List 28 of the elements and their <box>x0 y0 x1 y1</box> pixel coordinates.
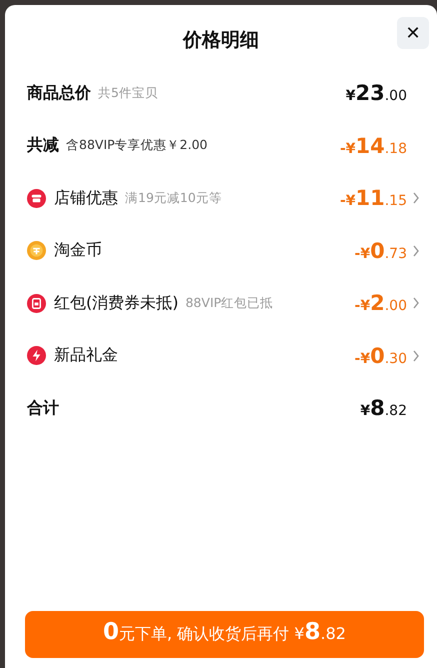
sheet-title: 价格明细 <box>183 28 259 53</box>
price-amount: -¥0.30 <box>354 344 407 368</box>
price-amount: -¥11.15 <box>340 186 407 210</box>
chevron-icon[interactable] <box>412 297 420 310</box>
price-amount: ¥8.82 <box>360 396 407 420</box>
row-note: 满19元减10元等 <box>125 190 222 207</box>
chevron-icon[interactable] <box>412 192 420 204</box>
row-note: 共5件宝贝 <box>98 84 158 102</box>
lightning-icon <box>27 346 46 366</box>
row-note: 88VIP红包已抵 <box>185 294 274 312</box>
price-amount: -¥0.73 <box>354 238 407 263</box>
store-icon <box>27 188 46 208</box>
row-label: 淘金币 <box>54 240 102 262</box>
row-label: 商品总价 <box>27 82 91 104</box>
row-label: 新品礼金 <box>54 345 118 366</box>
row-note: 含88VIP专享优惠￥2.00 <box>66 137 208 154</box>
price-amount: ¥23.00 <box>346 81 407 106</box>
close-button[interactable]: ✕ <box>397 17 429 49</box>
coin-icon <box>27 241 46 260</box>
row-label: 红包(消费券未抵) <box>54 292 178 314</box>
price-amount: -¥14.18 <box>340 134 407 158</box>
row-label: 合计 <box>27 398 59 419</box>
chevron-icon[interactable] <box>412 350 420 362</box>
row-label: 共减 <box>27 135 59 156</box>
chevron-icon[interactable] <box>412 244 420 257</box>
envelope-icon <box>27 294 46 313</box>
row-label: 店铺优惠 <box>54 188 118 209</box>
price-amount: -¥2.00 <box>354 291 407 316</box>
